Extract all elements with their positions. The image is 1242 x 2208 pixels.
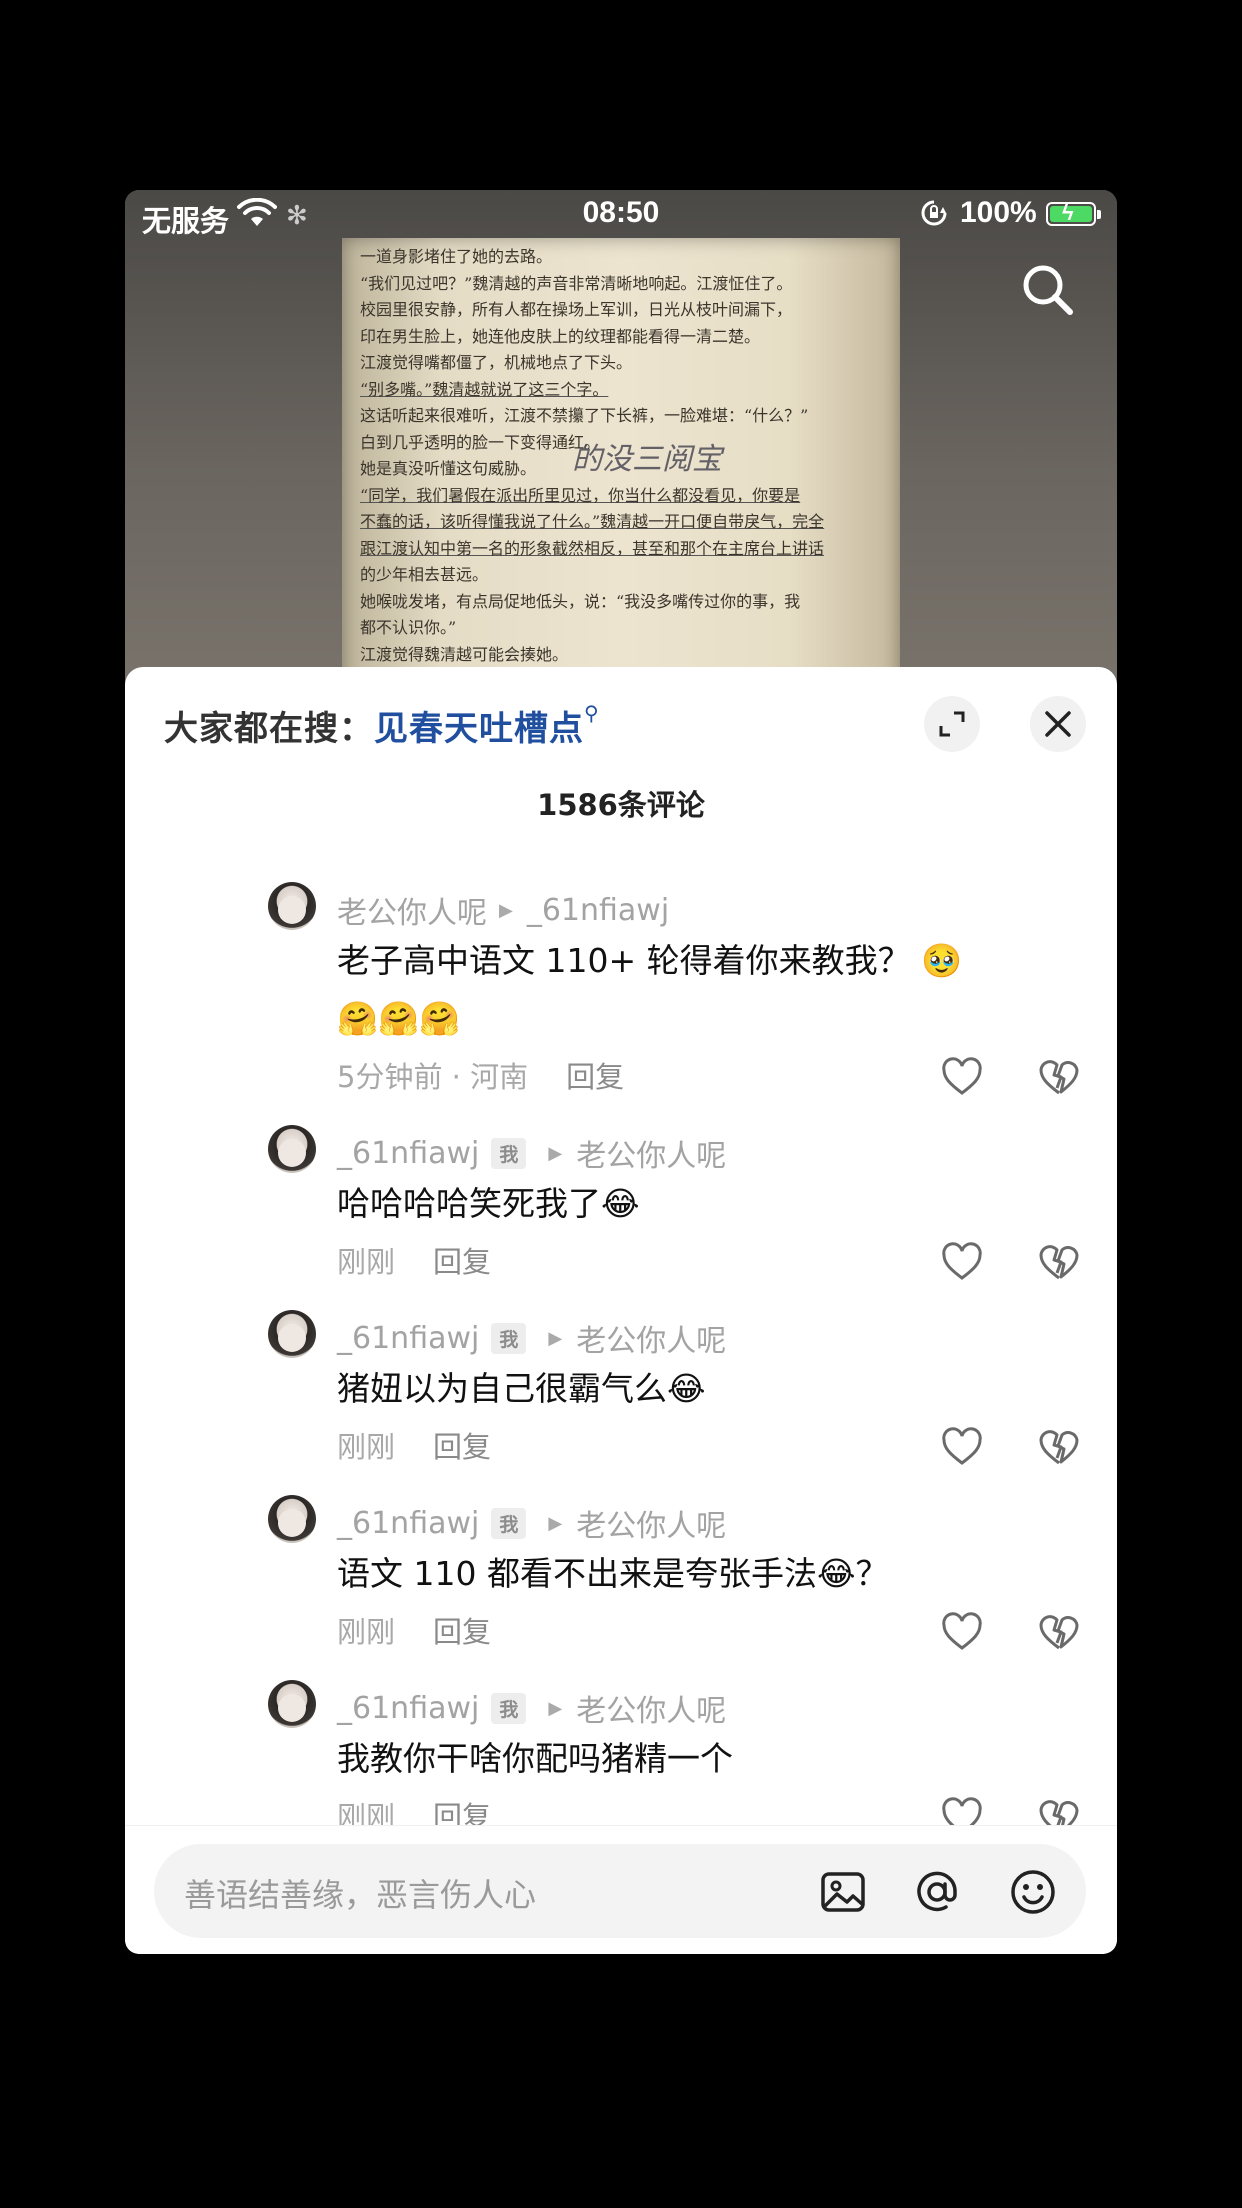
emoji-icon[interactable]	[1009, 1868, 1057, 1916]
comment-username[interactable]: 老公你人呢	[337, 888, 487, 932]
book-line: “同学，我们暑假在派出所里见过，你当什么都没看见，你要是	[360, 485, 801, 505]
reply-to-username[interactable]: _61nfiawj	[527, 893, 669, 928]
book-line: 跟江渡认知中第一名的形象截然相反，甚至和那个在主席台上讲话	[360, 538, 825, 558]
reply-to-username[interactable]: 老公你人呢	[576, 1501, 726, 1545]
comment-time: 刚刚	[337, 1245, 396, 1279]
avatar[interactable]	[268, 1125, 316, 1173]
book-page-photo: 一道身影堵住了她的去路。 “我们见过吧？”魏清越的声音非常清晰地响起。江渡怔住了…	[342, 238, 900, 720]
book-line: 不蠢的话，该听得懂我说了什么。”魏清越一开口便自带戾气，完全	[360, 512, 825, 531]
me-badge: 我	[491, 1137, 527, 1169]
battery-percent: 100%	[960, 196, 1037, 229]
username-row: _61nfiawj 我 ▶ 老公你人呢	[337, 1316, 726, 1360]
book-line: 江渡觉得魏清越可能会揍她。	[360, 644, 569, 664]
username-row: _61nfiawj 我 ▶ 老公你人呢	[337, 1131, 726, 1175]
comment-text[interactable]: 哈哈哈哈笑死我了😂	[337, 1175, 977, 1233]
battery-icon: ϟ	[1046, 200, 1101, 226]
comment-input[interactable]: 善语结善缘，恶言伤人心	[154, 1844, 1086, 1938]
book-line: 她喉咙发堵，有点局促地低头，说：“我没多嘴传过你的事，我	[360, 591, 801, 611]
reply-arrow-icon: ▶	[548, 1142, 563, 1164]
status-bar: 无服务 ✻ 08:50 100% ϟ	[125, 190, 1117, 242]
reply-to-username[interactable]: 老公你人呢	[576, 1131, 726, 1175]
comment-meta: 刚刚 回复	[337, 1609, 491, 1651]
comment-text[interactable]: 我教你干啥你配吗猪精一个	[337, 1730, 977, 1788]
username-row: _61nfiawj 我 ▶ 老公你人呢	[337, 1501, 726, 1545]
rotation-lock-icon	[919, 198, 949, 235]
expand-icon	[939, 711, 965, 737]
comment-time: 5分钟前 · 河南	[337, 1060, 529, 1094]
comment-username[interactable]: _61nfiawj	[337, 1136, 479, 1171]
username-row: _61nfiawj 我 ▶ 老公你人呢	[337, 1686, 726, 1730]
broken-heart-icon[interactable]	[1037, 1057, 1081, 1097]
heart-icon[interactable]	[940, 1057, 984, 1097]
book-line: 的少年相去甚远。	[360, 565, 489, 584]
broken-heart-icon[interactable]	[1037, 1242, 1081, 1282]
at-icon[interactable]	[913, 1868, 961, 1916]
trending-search-prefix: 大家都在搜：	[164, 709, 374, 749]
avatar[interactable]	[268, 882, 316, 930]
sheet-header: 大家都在搜：见春天吐槽点⚲	[125, 667, 1117, 787]
me-badge: 我	[491, 1507, 527, 1539]
heart-icon[interactable]	[940, 1612, 984, 1652]
book-line: 校园里很安静，所有人都在操场上军训，日光从枝叶间漏下，	[360, 300, 793, 319]
image-icon[interactable]	[819, 1868, 867, 1916]
comment-input-placeholder: 善语结善缘，恶言伤人心	[184, 1876, 537, 1914]
reply-to-username[interactable]: 老公你人呢	[576, 1316, 726, 1360]
close-icon	[1045, 711, 1071, 737]
search-icon[interactable]	[1018, 260, 1078, 320]
book-line: 这话听起来很难听，江渡不禁攥了下长裤，一脸难堪：“什么？”	[360, 406, 809, 425]
avatar[interactable]	[268, 1495, 316, 1543]
reply-arrow-icon: ▶	[548, 1512, 563, 1534]
username-row: 老公你人呢 ▶ _61nfiawj	[337, 888, 669, 932]
trending-search-keyword[interactable]: 见春天吐槽点	[374, 709, 584, 749]
phone-screen: 一道身影堵住了她的去路。 “我们见过吧？”魏清越的声音非常清晰地响起。江渡怔住了…	[125, 190, 1117, 1954]
broken-heart-icon[interactable]	[1037, 1427, 1081, 1467]
broken-heart-icon[interactable]	[1037, 1612, 1081, 1652]
heart-icon[interactable]	[940, 1427, 984, 1467]
reply-button[interactable]: 回复	[433, 1430, 491, 1464]
book-line: 一道身影堵住了她的去路。	[360, 247, 553, 266]
reply-arrow-icon: ▶	[499, 899, 513, 921]
heart-icon[interactable]	[940, 1242, 984, 1282]
comment-text[interactable]: 猪妞以为自己很霸气么😂	[337, 1360, 977, 1418]
reply-to-username[interactable]: 老公你人呢	[576, 1686, 726, 1730]
video-player[interactable]: 一道身影堵住了她的去路。 “我们见过吧？”魏清越的声音非常清晰地响起。江渡怔住了…	[125, 190, 1117, 720]
trending-search[interactable]: 大家都在搜：见春天吐槽点⚲	[164, 701, 600, 750]
me-badge: 我	[491, 1692, 527, 1724]
book-line: 印在男生脸上，她连他皮肤上的纹理都能看得一清二楚。	[360, 326, 761, 346]
reply-button[interactable]: 回复	[566, 1060, 624, 1094]
comment-text[interactable]: 语文 110 都看不出来是夸张手法😂？	[337, 1545, 977, 1603]
comment-username[interactable]: _61nfiawj	[337, 1691, 479, 1726]
avatar[interactable]	[268, 1680, 316, 1728]
comment-count: 1586条评论	[537, 788, 705, 822]
reply-arrow-icon: ▶	[548, 1697, 563, 1719]
avatar[interactable]	[268, 1310, 316, 1358]
book-line: “别多嘴。”魏清越就说了这三个字。	[360, 379, 609, 399]
comment-meta: 刚刚 回复	[337, 1424, 491, 1466]
reply-button[interactable]: 回复	[433, 1615, 491, 1649]
comment-text[interactable]: 老子高中语文 110+ 轮得着你来教我？ 🥹🤗🤗🤗	[337, 932, 977, 1048]
comment-meta: 刚刚 回复	[337, 1239, 491, 1281]
handwritten-note: 的没三阅宝	[572, 442, 722, 477]
comment-meta: 5分钟前 · 河南 回复	[337, 1054, 624, 1096]
close-button[interactable]	[1030, 696, 1086, 752]
comment-username[interactable]: _61nfiawj	[337, 1506, 479, 1541]
book-line: 江渡觉得嘴都僵了，机械地点了下头。	[360, 353, 633, 372]
comment-time: 刚刚	[337, 1430, 396, 1464]
comment-input-bar: 善语结善缘，恶言伤人心	[125, 1825, 1117, 1954]
reply-arrow-icon: ▶	[548, 1327, 563, 1349]
me-badge: 我	[491, 1322, 527, 1354]
comment-time: 刚刚	[337, 1615, 396, 1649]
comment-sheet: 大家都在搜：见春天吐槽点⚲ 1586条评论 老公你人呢 ▶ _61nfiawj …	[125, 667, 1117, 1954]
reply-button[interactable]: 回复	[433, 1245, 491, 1279]
book-line: 都不认识你。”	[360, 618, 457, 637]
book-line: “我们见过吧？”魏清越的声音非常清晰地响起。江渡怔住了。	[360, 273, 793, 293]
expand-button[interactable]	[924, 696, 980, 752]
small-search-icon: ⚲	[584, 701, 600, 725]
comment-username[interactable]: _61nfiawj	[337, 1321, 479, 1356]
